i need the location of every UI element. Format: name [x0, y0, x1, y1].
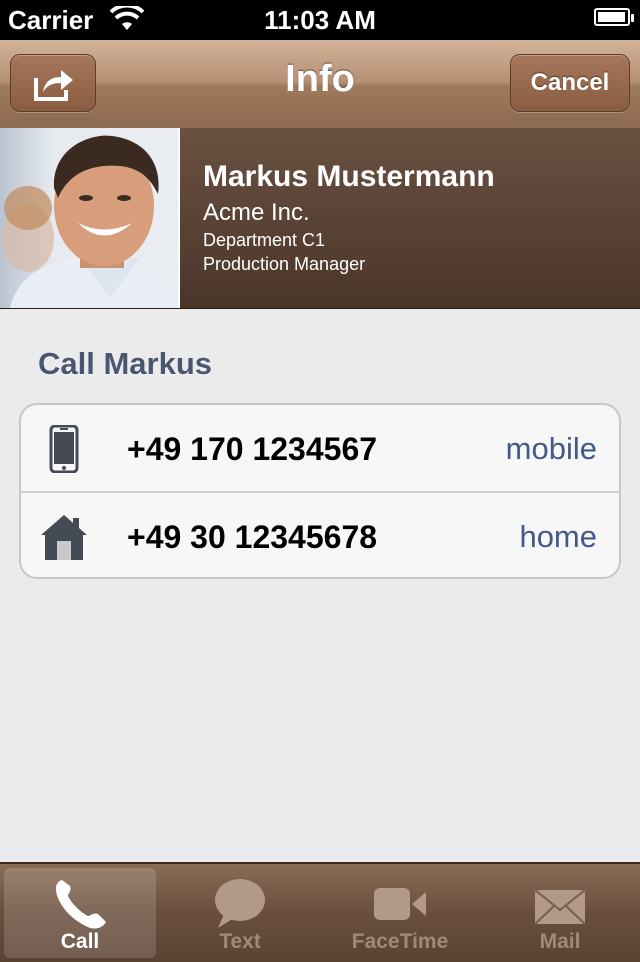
- section-title: Call Markus: [38, 346, 213, 381]
- tab-facetime[interactable]: FaceTime: [324, 868, 476, 958]
- tab-label: Text: [219, 930, 261, 953]
- navigation-bar: Info Cancel: [0, 40, 640, 129]
- contact-role: Production Manager: [203, 254, 366, 274]
- mobile-phone-icon: [39, 424, 89, 474]
- contact-header: Markus Mustermann Acme Inc. Department C…: [0, 128, 640, 309]
- tab-label: Mail: [539, 930, 581, 953]
- phone-row-home[interactable]: +49 30 12345678 home: [21, 493, 619, 579]
- phone-type-label: home: [519, 519, 597, 554]
- tab-text[interactable]: Text: [164, 868, 316, 958]
- envelope-icon: [484, 876, 636, 930]
- phone-number: +49 170 1234567: [127, 431, 378, 467]
- cancel-button[interactable]: Cancel: [510, 54, 630, 112]
- contact-photo: [0, 128, 180, 308]
- phone-number: +49 30 12345678: [127, 519, 378, 555]
- tab-label: Call: [60, 930, 100, 953]
- phone-handset-icon: [4, 876, 156, 930]
- battery-icon: [594, 8, 634, 26]
- house-icon: [39, 513, 89, 561]
- contact-name: Markus Mustermann: [203, 160, 495, 193]
- tab-call[interactable]: Call: [4, 868, 156, 958]
- contact-department: Department C1: [203, 230, 326, 250]
- phone-number-list: +49 170 1234567 mobile +49 30 12345678 h…: [19, 403, 621, 579]
- speech-bubble-icon: [164, 876, 316, 930]
- video-camera-icon: [324, 876, 476, 930]
- phone-row-mobile[interactable]: +49 170 1234567 mobile: [21, 405, 619, 493]
- tab-bar: Call Text FaceTime Mail: [0, 862, 640, 962]
- phone-type-label: mobile: [505, 431, 597, 466]
- contact-company: Acme Inc.: [203, 199, 310, 226]
- status-bar: Carrier 11:03 AM: [0, 0, 640, 40]
- tab-mail[interactable]: Mail: [484, 868, 636, 958]
- clock: 11:03 AM: [264, 5, 376, 35]
- tab-label: FaceTime: [351, 930, 449, 953]
